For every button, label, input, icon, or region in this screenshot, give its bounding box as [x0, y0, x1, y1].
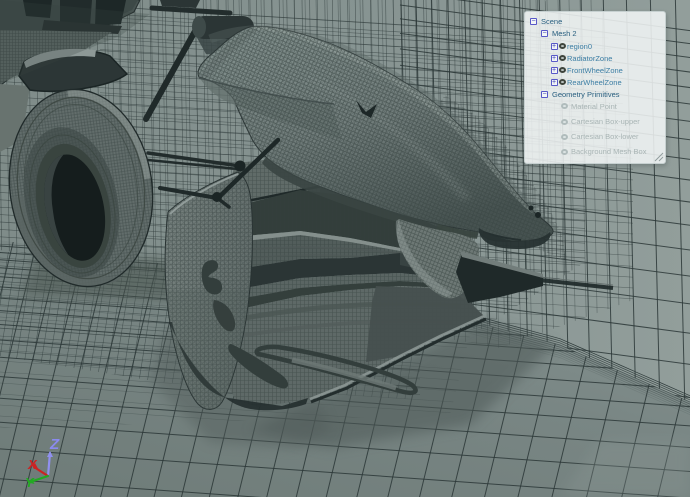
svg-text:Z: Z	[49, 436, 60, 453]
svg-text:X: X	[27, 457, 38, 472]
svg-text:Y: Y	[25, 475, 35, 490]
